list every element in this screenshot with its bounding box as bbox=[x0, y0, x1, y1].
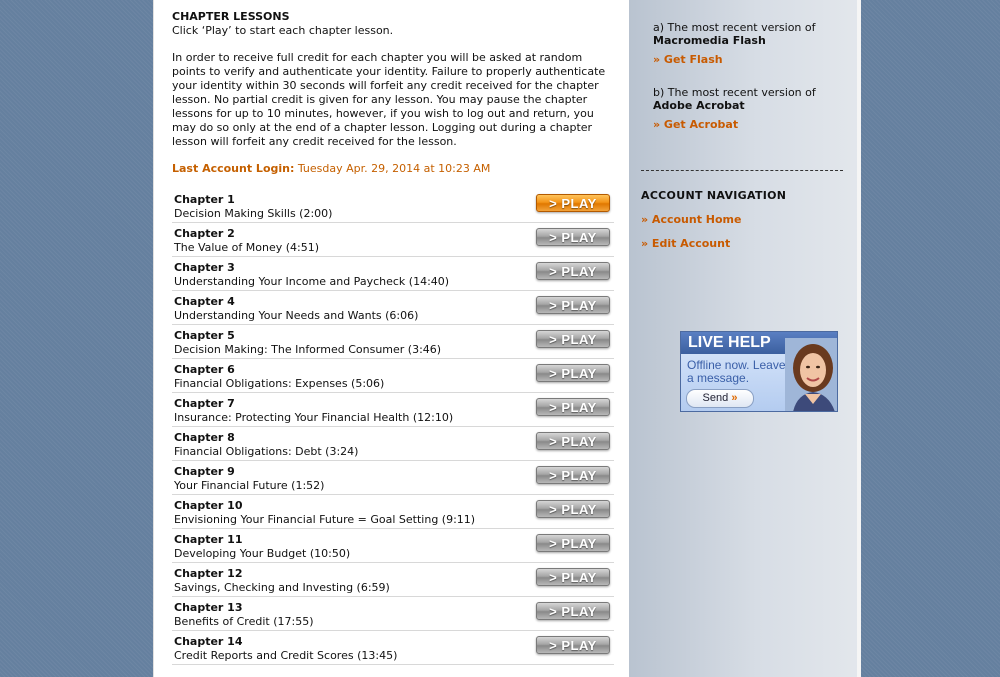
chapter-title: Developing Your Budget (10:50) bbox=[174, 547, 351, 560]
chapter-number: Chapter 10 bbox=[174, 499, 243, 512]
support-agent-avatar bbox=[785, 338, 837, 411]
play-button[interactable]: > PLAY bbox=[536, 500, 610, 518]
chapter-title: Benefits of Credit (17:55) bbox=[174, 615, 314, 628]
play-button[interactable]: > PLAY bbox=[536, 330, 610, 348]
send-label: Send bbox=[702, 392, 729, 404]
chapter-text: Chapter 14 Credit Reports and Credit Scor… bbox=[174, 635, 397, 663]
chapter-row: Chapter 14 Credit Reports and Credit Scor… bbox=[172, 631, 614, 665]
chapter-row: Chapter 8 Financial Obligations: Debt (3:… bbox=[172, 427, 614, 461]
chapter-row: Chapter 2 The Value of Money (4:51) > PLAY bbox=[172, 223, 614, 257]
chapter-row: Chapter 13 Benefits of Credit (17:55) > PL… bbox=[172, 597, 614, 631]
chapter-number: Chapter 2 bbox=[174, 227, 235, 240]
chapter-text: Chapter 10 Envisioning Your Financial Fut… bbox=[174, 499, 475, 527]
chapter-row: Chapter 10 Envisioning Your Financial Fut… bbox=[172, 495, 614, 529]
chapter-text: Chapter 6 Financial Obligations: Expenses… bbox=[174, 363, 384, 391]
chapter-title: Decision Making: The Informed Consumer (… bbox=[174, 343, 442, 356]
chapter-title: Understanding Your Needs and Wants (6:06… bbox=[174, 309, 419, 322]
intro-text: Click ‘Play’ to start each chapter lesso… bbox=[172, 24, 394, 37]
chapter-text: Chapter 1 Decision Making Skills (2:00) bbox=[174, 193, 332, 221]
chapter-text: Chapter 8 Financial Obligations: Debt (3:… bbox=[174, 431, 358, 459]
last-login-value: Tuesday Apr. 29, 2014 at 10:23 AM bbox=[297, 162, 491, 175]
chapter-title: Understanding Your Income and Paycheck (… bbox=[174, 275, 450, 288]
chapter-number: Chapter 3 bbox=[174, 261, 235, 274]
play-button[interactable]: > PLAY bbox=[536, 466, 610, 484]
chapter-number: Chapter 13 bbox=[174, 601, 243, 614]
chapter-title: The Value of Money (4:51) bbox=[174, 241, 320, 254]
chapter-list: Chapter 1 Decision Making Skills (2:00) > … bbox=[172, 189, 614, 665]
page-title: CHAPTER LESSONS bbox=[172, 10, 290, 23]
chapter-title: Envisioning Your Financial Future = Goal… bbox=[174, 513, 476, 526]
sidebar-edge bbox=[857, 0, 861, 677]
chapter-title: Credit Reports and Credit Scores (13:45) bbox=[174, 649, 398, 662]
live-help-widget[interactable]: LIVE HELP Offline now. Leave a message. … bbox=[680, 331, 838, 412]
live-help-status: Offline now. Leave a message. bbox=[687, 358, 786, 385]
chapter-number: Chapter 4 bbox=[174, 295, 235, 308]
last-login: Last Account Login: Tuesday Apr. 29, 201… bbox=[172, 162, 611, 176]
play-button[interactable]: > PLAY bbox=[536, 194, 610, 212]
chapter-text: Chapter 4 Understanding Your Needs and Wa… bbox=[174, 295, 418, 323]
play-button[interactable]: > PLAY bbox=[536, 534, 610, 552]
chapter-text: Chapter 5 Decision Making: The Informed C… bbox=[174, 329, 441, 357]
chapter-number: Chapter 8 bbox=[174, 431, 235, 444]
chapter-title: Insurance: Protecting Your Financial Hea… bbox=[174, 411, 454, 424]
chapter-title: Financial Obligations: Debt (3:24) bbox=[174, 445, 359, 458]
account-navigation-heading: ACCOUNT NAVIGATION bbox=[641, 189, 787, 202]
sidebar-divider bbox=[641, 170, 843, 171]
chapter-text: Chapter 7 Insurance: Protecting Your Fina… bbox=[174, 397, 453, 425]
chapter-text: Chapter 12 Savings, Checking and Investin… bbox=[174, 567, 390, 595]
play-button[interactable]: > PLAY bbox=[536, 398, 610, 416]
chapter-title: Savings, Checking and Investing (6:59) bbox=[174, 581, 390, 594]
instructions-paragraph: In order to receive full credit for each… bbox=[172, 51, 606, 148]
play-button[interactable]: > PLAY bbox=[536, 432, 610, 450]
chapter-number: Chapter 11 bbox=[174, 533, 243, 546]
chapter-row: Chapter 11 Developing Your Budget (10:50)… bbox=[172, 529, 614, 563]
play-button[interactable]: > PLAY bbox=[536, 364, 610, 382]
play-button[interactable]: > PLAY bbox=[536, 228, 610, 246]
play-button[interactable]: > PLAY bbox=[536, 262, 610, 280]
chapter-text: Chapter 9 Your Financial Future (1:52) bbox=[174, 465, 324, 493]
play-button[interactable]: > PLAY bbox=[536, 296, 610, 314]
requirement-flash: a) The most recent version of Macromedia… bbox=[653, 21, 816, 66]
sidebar: a) The most recent version of Macromedia… bbox=[629, 0, 861, 677]
chapter-text: Chapter 13 Benefits of Credit (17:55) bbox=[174, 601, 313, 629]
live-help-send-button[interactable]: Send » bbox=[686, 389, 754, 408]
chapter-row: Chapter 12 Savings, Checking and Investin… bbox=[172, 563, 614, 597]
chapter-number: Chapter 5 bbox=[174, 329, 235, 342]
chapter-number: Chapter 14 bbox=[174, 635, 243, 648]
chapter-row: Chapter 4 Understanding Your Needs and Wa… bbox=[172, 291, 614, 325]
chapter-title: Financial Obligations: Expenses (5:06) bbox=[174, 377, 385, 390]
get-flash-link[interactable]: » Get Flash bbox=[653, 53, 816, 66]
chapter-row: Chapter 1 Decision Making Skills (2:00) > … bbox=[172, 189, 614, 223]
chapter-text: Chapter 3 Understanding Your Income and P… bbox=[174, 261, 449, 289]
get-acrobat-link[interactable]: » Get Acrobat bbox=[653, 118, 816, 131]
send-arrows-icon: » bbox=[731, 392, 738, 404]
play-button[interactable]: > PLAY bbox=[536, 636, 610, 654]
requirement-acrobat-prefix: b) The most recent version of bbox=[653, 86, 816, 99]
play-button[interactable]: > PLAY bbox=[536, 568, 610, 586]
chapter-number: Chapter 1 bbox=[174, 193, 235, 206]
main-content: CHAPTER LESSONS Click ‘Play’ to start ea… bbox=[154, 0, 629, 677]
chapter-number: Chapter 6 bbox=[174, 363, 235, 376]
requirement-flash-prefix: a) The most recent version of bbox=[653, 21, 816, 34]
chapter-row: Chapter 3 Understanding Your Income and P… bbox=[172, 257, 614, 291]
chapter-row: Chapter 5 Decision Making: The Informed C… bbox=[172, 325, 614, 359]
chapter-text: Chapter 2 The Value of Money (4:51) bbox=[174, 227, 319, 255]
chapter-number: Chapter 12 bbox=[174, 567, 243, 580]
chapter-row: Chapter 9 Your Financial Future (1:52) > P… bbox=[172, 461, 614, 495]
page-container: CHAPTER LESSONS Click ‘Play’ to start ea… bbox=[153, 0, 861, 677]
chapter-text: Chapter 11 Developing Your Budget (10:50) bbox=[174, 533, 350, 561]
chapter-number: Chapter 7 bbox=[174, 397, 235, 410]
play-button[interactable]: > PLAY bbox=[536, 602, 610, 620]
account-home-link[interactable]: » Account Home bbox=[641, 213, 741, 226]
requirement-acrobat: b) The most recent version of Adobe Acro… bbox=[653, 86, 816, 131]
requirement-acrobat-name: Adobe Acrobat bbox=[653, 99, 745, 112]
chapter-row: Chapter 6 Financial Obligations: Expenses… bbox=[172, 359, 614, 393]
chapter-title: Decision Making Skills (2:00) bbox=[174, 207, 333, 220]
chapter-number: Chapter 9 bbox=[174, 465, 235, 478]
edit-account-link[interactable]: » Edit Account bbox=[641, 237, 730, 250]
requirement-flash-name: Macromedia Flash bbox=[653, 34, 766, 47]
chapter-title: Your Financial Future (1:52) bbox=[174, 479, 325, 492]
chapter-row: Chapter 7 Insurance: Protecting Your Fina… bbox=[172, 393, 614, 427]
last-login-label: Last Account Login: bbox=[172, 162, 295, 175]
